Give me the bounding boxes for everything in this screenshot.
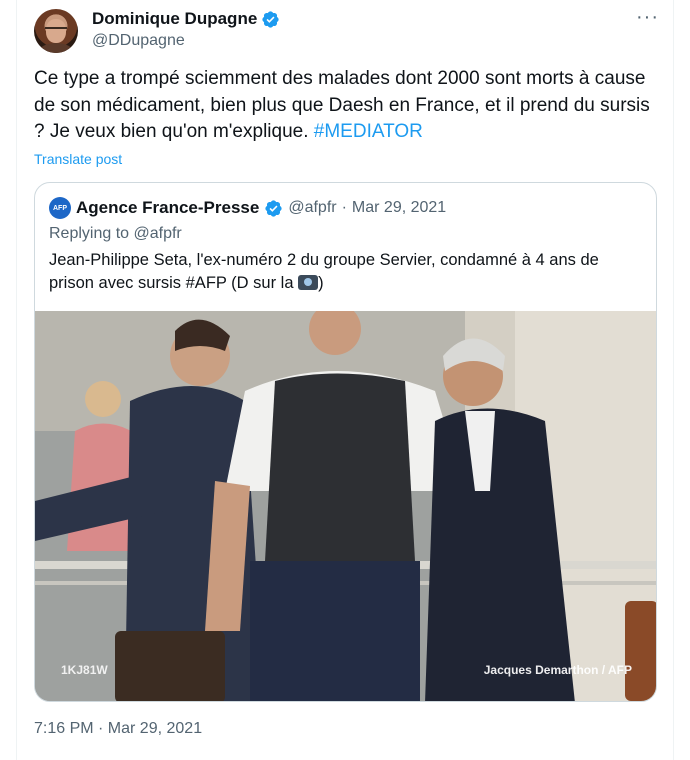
afp-avatar[interactable]: AFP — [49, 197, 71, 219]
quoted-header: AFP Agence France-Presse @afpfr · Mar 29… — [49, 197, 446, 219]
quoted-text: Jean-Philippe Seta, l'ex-numéro 2 du gro… — [49, 249, 639, 295]
quoted-body: Jean-Philippe Seta, l'ex-numéro 2 du gro… — [49, 251, 599, 292]
author-avatar[interactable] — [34, 9, 78, 53]
author-handle[interactable]: @DDupagne — [92, 32, 185, 50]
replying-to: Replying to @afpfr — [49, 225, 182, 242]
verified-badge-icon[interactable] — [261, 10, 280, 29]
quoted-separator: · — [341, 199, 347, 216]
quoted-handle: @afpfr — [288, 199, 337, 216]
quoted-text-end: ) — [318, 274, 324, 292]
verified-badge-icon — [265, 199, 282, 217]
quoted-date: Mar 29, 2021 — [351, 199, 447, 216]
quoted-display-name: Agence France-Presse — [76, 198, 260, 217]
tweet-timestamp[interactable]: 7:16 PM · Mar 29, 2021 — [34, 720, 202, 738]
hashtag-link[interactable]: #MEDIATOR — [314, 121, 423, 142]
tweet-text: Ce type a trompé sciemment des malades d… — [34, 66, 659, 146]
photo-credit: Jacques Demarthon / AFP — [483, 663, 632, 677]
more-options-icon[interactable]: ··· — [636, 7, 658, 30]
author-name-row: Dominique Dupagne — [92, 9, 280, 29]
translate-post-link[interactable]: Translate post — [34, 151, 122, 167]
quoted-tweet[interactable]: AFP Agence France-Presse @afpfr · Mar 29… — [34, 182, 657, 702]
author-display-name[interactable]: Dominique Dupagne — [92, 9, 257, 29]
photo-watermark: 1KJ81W — [61, 663, 108, 677]
camera-emoji-icon — [298, 275, 319, 290]
photo-scene — [35, 311, 656, 701]
quoted-photo[interactable]: 1KJ81W Jacques Demarthon / AFP — [35, 311, 656, 701]
